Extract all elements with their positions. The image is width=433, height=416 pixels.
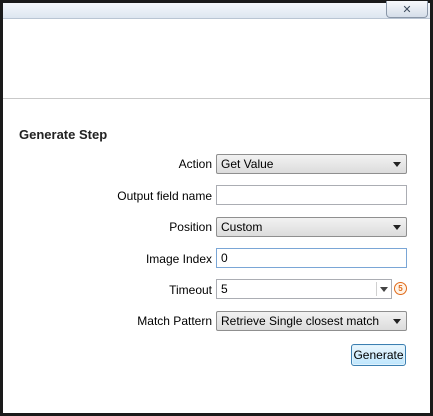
chevron-down-icon: [393, 225, 401, 230]
title-bar[interactable]: ✕: [3, 1, 430, 19]
timeout-combo[interactable]: 5: [216, 279, 392, 299]
match-pattern-select[interactable]: Retrieve Single closest match: [216, 311, 407, 331]
position-label: Position: [169, 220, 212, 234]
output-field-input[interactable]: [216, 185, 407, 205]
timer-icon[interactable]: 5: [394, 282, 407, 295]
close-icon: ✕: [402, 2, 412, 16]
action-select-value: Get Value: [221, 157, 274, 171]
timeout-value: 5: [221, 282, 228, 296]
match-pattern-value: Retrieve Single closest match: [221, 314, 380, 328]
action-label: Action: [178, 157, 212, 171]
header-area: [3, 20, 430, 99]
timeout-label: Timeout: [169, 283, 212, 297]
position-select[interactable]: Custom: [216, 217, 407, 237]
generate-button[interactable]: Generate: [351, 344, 406, 366]
position-select-value: Custom: [221, 220, 263, 234]
chevron-down-icon[interactable]: [380, 287, 388, 292]
generate-step-panel: Generate Step Action Get Value Output fi…: [3, 100, 430, 413]
match-pattern-label: Match Pattern: [137, 314, 212, 328]
close-button[interactable]: ✕: [386, 1, 428, 18]
dialog-window: ✕ Generate Step Action Get Value Output …: [0, 0, 433, 416]
image-index-label: Image Index: [145, 252, 212, 266]
action-select[interactable]: Get Value: [216, 154, 407, 174]
section-title: Generate Step: [19, 127, 108, 142]
image-index-input[interactable]: [216, 248, 407, 268]
chevron-down-icon: [393, 162, 401, 167]
chevron-down-icon: [393, 319, 401, 324]
output-field-label: Output field name: [117, 189, 212, 203]
combo-separator: [376, 282, 377, 296]
